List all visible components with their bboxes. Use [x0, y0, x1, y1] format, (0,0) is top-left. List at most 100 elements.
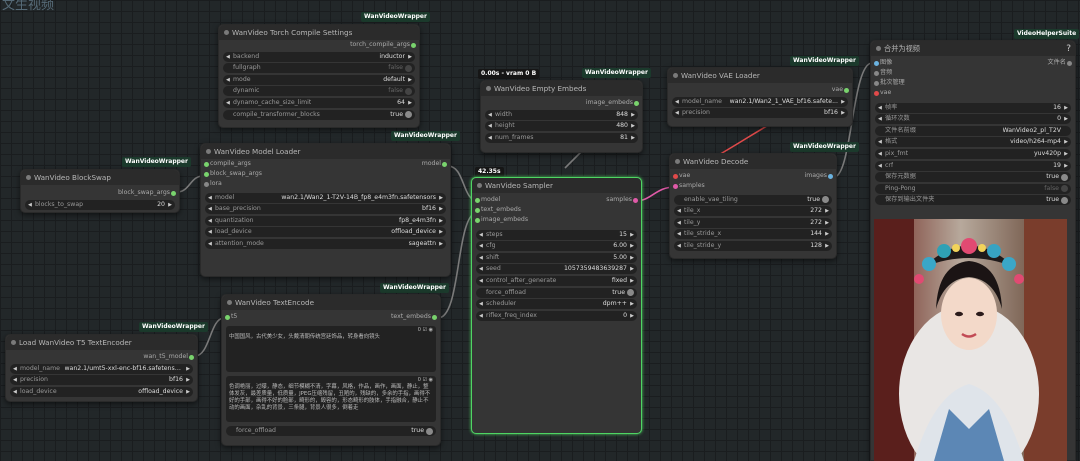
model-loader-node[interactable]: WanVideo Model Loader compile_args block… [200, 143, 451, 277]
collapse-dot-icon[interactable] [876, 46, 881, 51]
loop-count-stepper[interactable]: 循环次数0 [875, 114, 1071, 125]
node-title[interactable]: WanVideo Decode [670, 154, 836, 169]
wrapper-badge: WanVideoWrapper [380, 283, 449, 293]
decode-node[interactable]: WanVideo Decode vae samples images enabl… [669, 153, 837, 259]
tile-y-stepper[interactable]: tile_y272 [674, 217, 832, 228]
quantization-select[interactable]: quantizationfp8_e4m3fn [205, 215, 446, 226]
format-select[interactable]: 格式video/h264-mp4 [875, 137, 1071, 148]
scheduler-select[interactable]: schedulerdpm++ [476, 299, 637, 310]
text-encode-node[interactable]: WanVideo TextEncode t5 text_embeds 0 ☑ ◉… [221, 294, 441, 446]
video-preview-image[interactable] [874, 219, 1067, 461]
node-title[interactable]: WanVideo BlockSwap [21, 170, 179, 185]
steps-stepper[interactable]: steps15 [476, 229, 637, 240]
node-title[interactable]: WanVideo Model Loader [201, 144, 450, 159]
collapse-dot-icon[interactable] [673, 73, 678, 78]
textarea-tools-icon[interactable]: 0 ☑ ◉ [418, 377, 433, 384]
model-select[interactable]: modelwan2.1/Wan2_1-T2V-14B_fp8_e4m3fn.sa… [205, 192, 446, 203]
input-compile-args[interactable]: compile_args [201, 159, 450, 169]
attention-mode-select[interactable]: attention_modesageattn [205, 238, 446, 249]
blocks-to-swap-stepper[interactable]: blocks_to_swap20 [25, 199, 175, 210]
output-image-embeds[interactable]: image_embeds [481, 98, 642, 108]
sampler-node[interactable]: WanVideo Sampler model text_embeds image… [471, 177, 642, 434]
tile-stride-y-stepper[interactable]: tile_stride_y128 [674, 240, 832, 251]
input-images[interactable]: 图像 [871, 58, 1075, 68]
textarea-tools-icon[interactable]: 0 ☑ ◉ [418, 327, 433, 334]
collapse-dot-icon[interactable] [26, 175, 31, 180]
riflex-freq-stepper[interactable]: riflex_freq_index0 [476, 310, 637, 321]
output-block-swap-args[interactable]: block_swap_args [21, 188, 179, 198]
input-samples[interactable]: samples [670, 181, 836, 191]
node-title[interactable]: WanVideo VAE Loader [668, 68, 852, 83]
input-image-embeds[interactable]: image_embeds [472, 215, 641, 225]
t5-precision-select[interactable]: precisionbf16 [10, 375, 193, 386]
fullgraph-toggle[interactable]: fullgraph false [223, 63, 415, 74]
output-wan-t5-model[interactable]: wan_t5_model [6, 352, 197, 362]
node-title[interactable]: Load WanVideo T5 TextEncoder [6, 335, 197, 350]
sampler-force-offload-toggle[interactable]: force_offload true [476, 287, 637, 298]
output-images[interactable]: images [805, 171, 837, 181]
node-title[interactable]: WanVideo TextEncode [222, 295, 440, 310]
input-audio[interactable]: 音频 [871, 68, 1075, 78]
crf-stepper[interactable]: crf19 [875, 160, 1071, 171]
node-title[interactable]: WanVideo Empty Embeds [481, 81, 642, 96]
node-title[interactable]: WanVideo Torch Compile Settings [219, 25, 419, 40]
t5-loader-node[interactable]: Load WanVideo T5 TextEncoder wan_t5_mode… [5, 334, 198, 402]
collapse-dot-icon[interactable] [224, 30, 229, 35]
collapse-dot-icon[interactable] [477, 183, 482, 188]
dynamic-toggle[interactable]: dynamic false [223, 86, 415, 97]
frame-rate-stepper[interactable]: 帧率16 [875, 102, 1071, 113]
pix-fmt-select[interactable]: pix_fmtyuv420p [875, 148, 1071, 159]
time-badge: 42.35s [475, 167, 504, 177]
collapse-dot-icon[interactable] [675, 159, 680, 164]
collapse-dot-icon[interactable] [486, 86, 491, 91]
output-text-embeds[interactable]: text_embeds [391, 312, 440, 322]
node-title[interactable]: WanVideo Sampler [472, 178, 641, 193]
save-output-toggle[interactable]: 保存到输出文件夹 true [875, 195, 1071, 206]
node-title[interactable]: 合并为视频? [871, 41, 1075, 56]
negative-prompt-textarea[interactable]: 0 ☑ ◉ 色调艳丽，过曝，静态，细节模糊不清，字幕，风格，作品，画作，画面，静止… [226, 376, 436, 422]
backend-select[interactable]: backendinductor [223, 51, 415, 62]
vae-precision-select[interactable]: precisionbf16 [672, 108, 848, 119]
collapse-dot-icon[interactable] [227, 300, 232, 305]
filename-prefix-input[interactable]: 文件名前缀 WanVideo2_pl_T2V [875, 125, 1071, 136]
dynamo-cache-stepper[interactable]: dynamo_cache_size_limit64 [223, 97, 415, 108]
input-block-swap-args[interactable]: block_swap_args [201, 169, 450, 179]
vae-model-select[interactable]: model_namewan2.1/Wan2_1_VAE_bf16.safete.… [672, 96, 848, 107]
output-model[interactable]: model [422, 159, 450, 169]
tile-x-stepper[interactable]: tile_x272 [674, 206, 832, 217]
output-filenames[interactable]: 文件名 [1047, 58, 1075, 68]
input-lora[interactable]: lora [201, 179, 450, 189]
vae-tiling-toggle[interactable]: enable_vae_tiling true [674, 194, 832, 205]
vae-loader-node[interactable]: WanVideo VAE Loader vae model_namewan2.1… [667, 67, 853, 127]
height-stepper[interactable]: height480 [485, 121, 638, 132]
positive-prompt-textarea[interactable]: 0 ☑ ◉ 中国国风，古代美少女，头戴清朝传统宫廷饰品，转身看向镜头 [226, 326, 436, 372]
output-vae[interactable]: vae [668, 85, 852, 95]
tile-stride-x-stepper[interactable]: tile_stride_x144 [674, 229, 832, 240]
width-stepper[interactable]: width848 [485, 109, 638, 120]
seed-stepper[interactable]: seed1057359483639287 [476, 264, 637, 275]
collapse-dot-icon[interactable] [206, 149, 211, 154]
input-vae[interactable]: vae [871, 88, 1075, 98]
empty-embeds-node[interactable]: WanVideo Empty Embeds image_embeds width… [480, 80, 643, 153]
force-offload-toggle[interactable]: force_offload true [226, 426, 436, 436]
cfg-stepper[interactable]: cfg6.00 [476, 241, 637, 252]
control-after-generate-select[interactable]: control_after_generatefixed [476, 275, 637, 286]
help-icon[interactable]: ? [1066, 42, 1071, 56]
blockswap-node[interactable]: WanVideo BlockSwap block_swap_args block… [20, 169, 180, 213]
shift-stepper[interactable]: shift5.00 [476, 252, 637, 263]
t5-load-device-select[interactable]: load_deviceoffload_device [10, 386, 193, 397]
compile-transformer-toggle[interactable]: compile_transformer_blocks true [223, 109, 415, 120]
input-text-embeds[interactable]: text_embeds [472, 205, 641, 215]
base-precision-select[interactable]: base_precisionbf16 [205, 204, 446, 215]
pingpong-toggle[interactable]: Ping-Pong false [875, 183, 1071, 194]
output-torch-compile-args[interactable]: torch_compile_args [219, 40, 419, 50]
num-frames-stepper[interactable]: num_frames81 [485, 132, 638, 143]
collapse-dot-icon[interactable] [11, 340, 16, 345]
save-metadata-toggle[interactable]: 保存元数据 true [875, 172, 1071, 183]
mode-select[interactable]: modedefault [223, 74, 415, 85]
input-batch-manager[interactable]: 批次管理 [871, 78, 1075, 88]
torch-compile-node[interactable]: WanVideo Torch Compile Settings torch_co… [218, 24, 420, 128]
output-samples[interactable]: samples [606, 195, 641, 205]
t5-model-name-select[interactable]: model_namewan2.1/umt5-xxl-enc-bf16.safet… [10, 363, 193, 374]
load-device-select[interactable]: load_deviceoffload_device [205, 227, 446, 238]
